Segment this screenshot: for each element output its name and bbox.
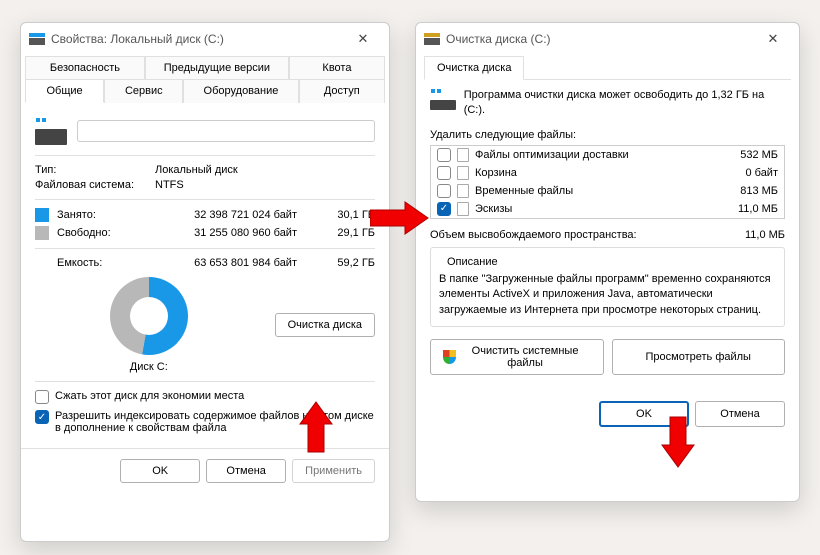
tabs-row-1: Безопасность Предыдущие версии Квота [25, 55, 385, 79]
ok-button[interactable]: OK [120, 459, 200, 483]
cleanup-info-text: Программа очистки диска может освободить… [464, 88, 785, 119]
compress-checkbox[interactable] [35, 390, 49, 404]
file-name: Файлы оптимизации доставки [475, 149, 702, 161]
description-legend: Описание [443, 256, 502, 268]
disk-c-label: Диск C: [130, 361, 168, 373]
compress-label: Сжать этот диск для экономии места [55, 390, 244, 402]
apply-button[interactable]: Применить [292, 459, 375, 483]
disk-cleanup-button[interactable]: Очистка диска [275, 313, 375, 337]
tab-security[interactable]: Безопасность [25, 56, 145, 79]
tab-quota[interactable]: Квота [289, 56, 385, 79]
arrow-up-icon [298, 400, 334, 454]
type-label: Тип: [35, 164, 155, 176]
used-gb: 30,1 ГБ [325, 209, 375, 221]
properties-window: Свойства: Локальный диск (C:) ✕ Безопасн… [20, 22, 390, 542]
window-title: Свойства: Локальный диск (C:) [51, 32, 345, 46]
file-size: 0 байт [708, 167, 778, 179]
cleanup-icon [424, 33, 440, 45]
capacity-label: Емкость: [57, 257, 127, 269]
document-icon [457, 166, 469, 180]
dialog-buttons: OK Отмена Применить [21, 448, 389, 493]
freed-space-value: 11,0 МБ [745, 229, 785, 241]
file-checkbox[interactable] [437, 148, 451, 162]
used-swatch [35, 208, 49, 222]
free-gb: 29,1 ГБ [325, 227, 375, 239]
cancel-button[interactable]: Отмена [695, 401, 785, 427]
tab-previous-versions[interactable]: Предыдущие версии [145, 56, 289, 79]
properties-content: Тип:Локальный диск Файловая система:NTFS… [21, 103, 389, 448]
file-list-item[interactable]: Файлы оптимизации доставки 532 МБ [431, 146, 784, 164]
drive-icon [35, 117, 67, 145]
free-bytes: 31 255 080 960 байт [135, 227, 317, 239]
document-icon [457, 184, 469, 198]
tab-hardware[interactable]: Оборудование [183, 79, 298, 103]
description-text: В папке "Загруженные файлы программ" вре… [439, 272, 776, 318]
disk-name-input[interactable] [77, 120, 375, 142]
window-title: Очистка диска (C:) [446, 32, 755, 46]
free-swatch [35, 226, 49, 240]
arrow-down-icon [660, 415, 696, 469]
disk-icon [29, 33, 45, 45]
freed-space-label: Объем высвобождаемого пространства: [430, 229, 745, 241]
document-icon [457, 202, 469, 216]
file-size: 11,0 МБ [708, 203, 778, 215]
dialog-buttons: OK Отмена [416, 383, 799, 437]
file-list[interactable]: Файлы оптимизации доставки 532 МБ Корзина 0… [430, 145, 785, 219]
file-name: Эскизы [475, 203, 702, 215]
file-checkbox[interactable] [437, 184, 451, 198]
view-files-button[interactable]: Просмотреть файлы [612, 339, 786, 375]
fs-label: Файловая система: [35, 179, 155, 191]
delete-files-label: Удалить следующие файлы: [430, 129, 785, 141]
file-checkbox[interactable] [437, 166, 451, 180]
clean-system-files-label: Очистить системные файлы [460, 345, 591, 369]
description-fieldset: Описание В папке "Загруженные файлы прог… [430, 247, 785, 327]
usage-donut-chart [110, 277, 188, 355]
shield-icon [443, 350, 456, 364]
tabs: Очистка диска [424, 55, 791, 80]
type-value: Локальный диск [155, 164, 375, 176]
arrow-right-icon [370, 200, 430, 236]
tab-cleanup[interactable]: Очистка диска [424, 56, 524, 80]
tabs-row-2: Общие Сервис Оборудование Доступ [25, 78, 385, 103]
file-name: Временные файлы [475, 185, 702, 197]
capacity-gb: 59,2 ГБ [325, 257, 375, 269]
close-icon[interactable]: ✕ [755, 25, 791, 53]
file-list-item[interactable]: Временные файлы 813 МБ [431, 182, 784, 200]
titlebar: Очистка диска (C:) ✕ [416, 23, 799, 55]
index-checkbox[interactable]: ✓ [35, 410, 49, 424]
drive-icon [430, 88, 456, 110]
file-checkbox[interactable]: ✓ [437, 202, 451, 216]
file-list-item[interactable]: ✓ Эскизы 11,0 МБ [431, 200, 784, 218]
free-label: Свободно: [57, 227, 127, 239]
cleanup-content: Программа очистки диска может освободить… [416, 80, 799, 383]
used-bytes: 32 398 721 024 байт [135, 209, 317, 221]
used-label: Занято: [57, 209, 127, 221]
file-size: 532 МБ [708, 149, 778, 161]
close-icon[interactable]: ✕ [345, 25, 381, 53]
capacity-bytes: 63 653 801 984 байт [135, 257, 317, 269]
clean-system-files-button[interactable]: Очистить системные файлы [430, 339, 604, 375]
file-name: Корзина [475, 167, 702, 179]
tab-sharing[interactable]: Доступ [299, 79, 385, 103]
titlebar: Свойства: Локальный диск (C:) ✕ [21, 23, 389, 55]
fs-value: NTFS [155, 179, 375, 191]
file-size: 813 МБ [708, 185, 778, 197]
cancel-button[interactable]: Отмена [206, 459, 286, 483]
file-list-item[interactable]: Корзина 0 байт [431, 164, 784, 182]
tab-general[interactable]: Общие [25, 79, 104, 103]
tab-tools[interactable]: Сервис [104, 79, 183, 103]
cleanup-window: Очистка диска (C:) ✕ Очистка диска Прогр… [415, 22, 800, 502]
document-icon [457, 148, 469, 162]
